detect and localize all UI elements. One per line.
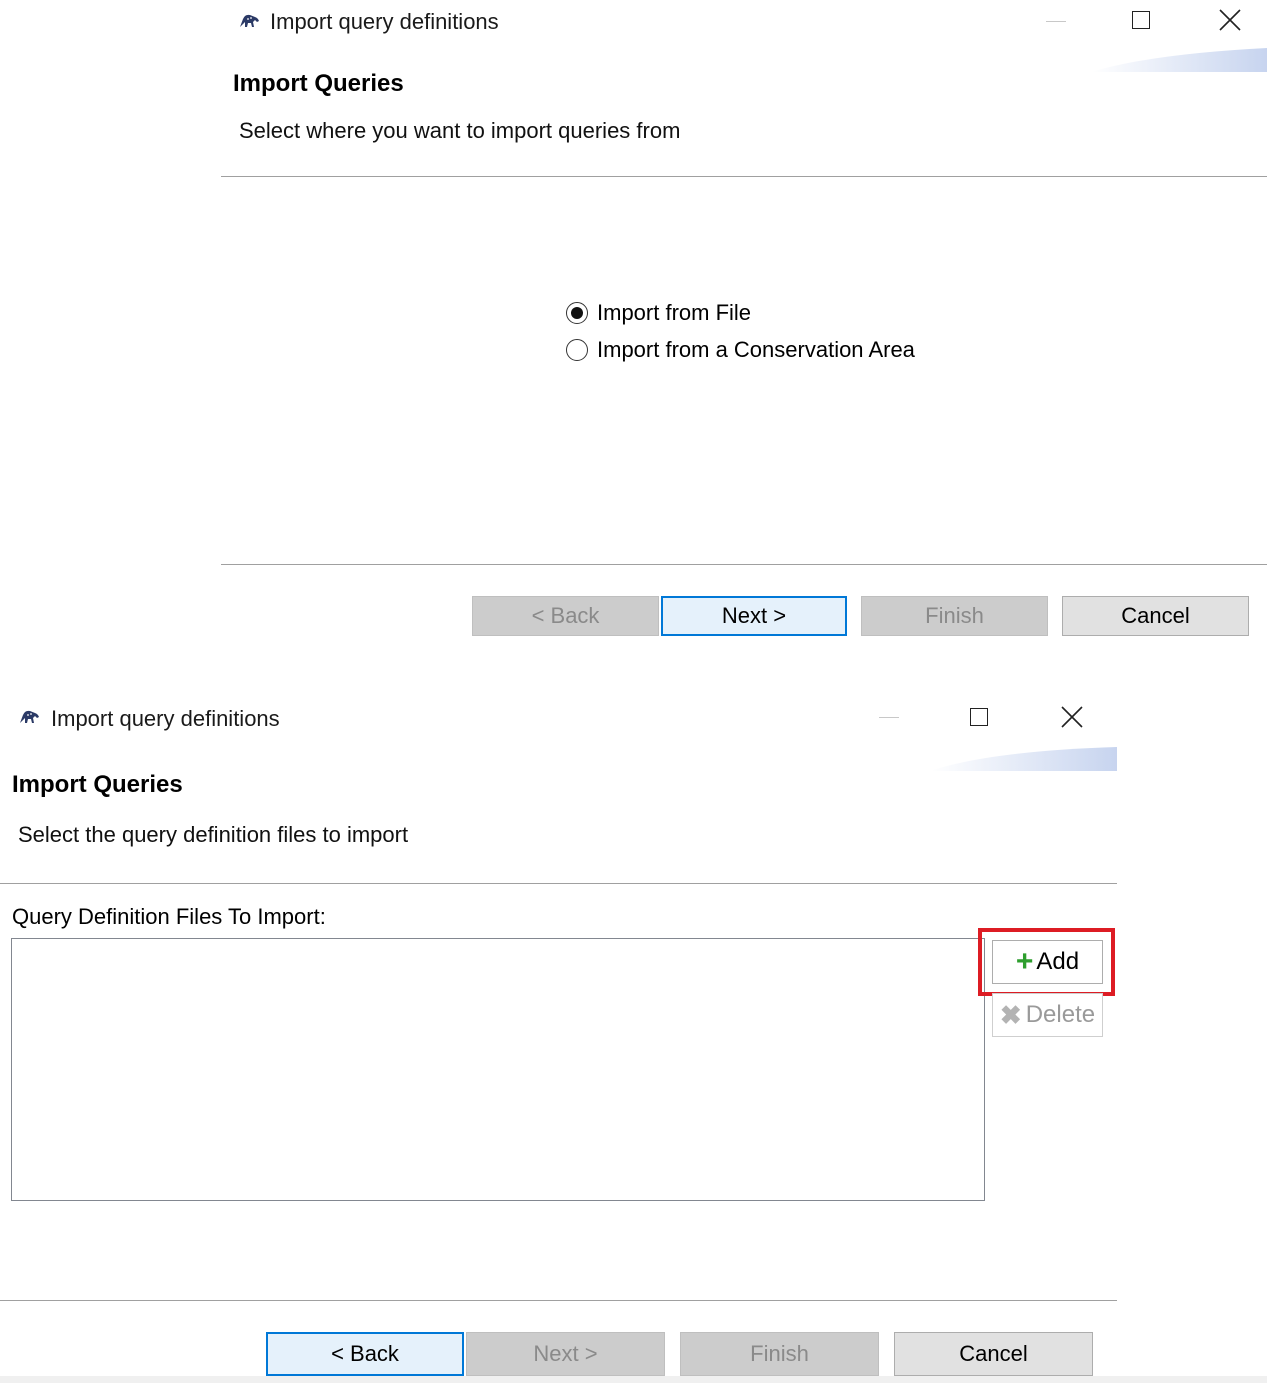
import-dialog-step1: Import query definitions Import Queries …	[221, 0, 1267, 655]
page-description: Select where you want to import queries …	[239, 118, 681, 143]
radio-import-from-file[interactable]: Import from File	[566, 300, 751, 326]
maximize-icon[interactable]	[970, 708, 988, 726]
next-button[interactable]: Next >	[661, 596, 847, 636]
window-title: Import query definitions	[51, 706, 280, 731]
page-title: Import Queries	[233, 70, 404, 97]
delete-button[interactable]: ✖ Delete	[992, 993, 1103, 1037]
banner-graphic	[930, 747, 1117, 771]
next-button[interactable]: Next >	[466, 1332, 665, 1376]
footer-separator	[0, 1300, 1117, 1301]
window-title: Import query definitions	[270, 9, 499, 34]
leopard-icon	[240, 14, 259, 27]
banner-graphic	[1091, 48, 1267, 72]
footer-separator	[221, 564, 1267, 565]
minimize-icon[interactable]	[1046, 21, 1066, 22]
radio-label: Import from File	[597, 300, 752, 325]
cancel-button[interactable]: Cancel	[1062, 596, 1249, 636]
back-button[interactable]: < Back	[472, 596, 659, 636]
radio-label: Import from a Conservation Area	[597, 337, 915, 362]
plus-icon: +	[1015, 945, 1034, 978]
back-button[interactable]: < Back	[266, 1332, 464, 1376]
close-icon[interactable]	[1219, 9, 1241, 31]
leopard-icon	[20, 710, 39, 723]
minimize-icon[interactable]	[879, 717, 899, 718]
files-listbox[interactable]	[11, 938, 985, 1201]
header-separator	[0, 883, 1117, 884]
finish-button[interactable]: Finish	[680, 1332, 879, 1376]
add-button[interactable]: + Add	[992, 940, 1103, 984]
page-title: Import Queries	[12, 771, 183, 798]
files-list-label: Query Definition Files To Import:	[12, 904, 326, 929]
add-label: Add	[1036, 948, 1080, 975]
bottom-edge	[0, 1376, 1267, 1383]
page-description: Select the query definition files to imp…	[18, 822, 409, 847]
delete-label: Delete	[1025, 1001, 1096, 1028]
radio-button-selected[interactable]	[566, 302, 588, 324]
title-bar: Import query definitions	[221, 0, 1267, 44]
radio-button[interactable]	[566, 339, 588, 361]
header-separator	[221, 176, 1267, 177]
maximize-icon[interactable]	[1132, 11, 1150, 29]
import-dialog-step2: Import query definitions Import Queries …	[0, 695, 1117, 1383]
cancel-button[interactable]: Cancel	[894, 1332, 1093, 1376]
title-bar: Import query definitions	[0, 695, 1117, 739]
close-icon[interactable]	[1061, 706, 1083, 728]
finish-button[interactable]: Finish	[861, 596, 1048, 636]
x-icon: ✖	[999, 1000, 1022, 1030]
radio-import-from-conservation-area[interactable]: Import from a Conservation Area	[566, 337, 915, 363]
